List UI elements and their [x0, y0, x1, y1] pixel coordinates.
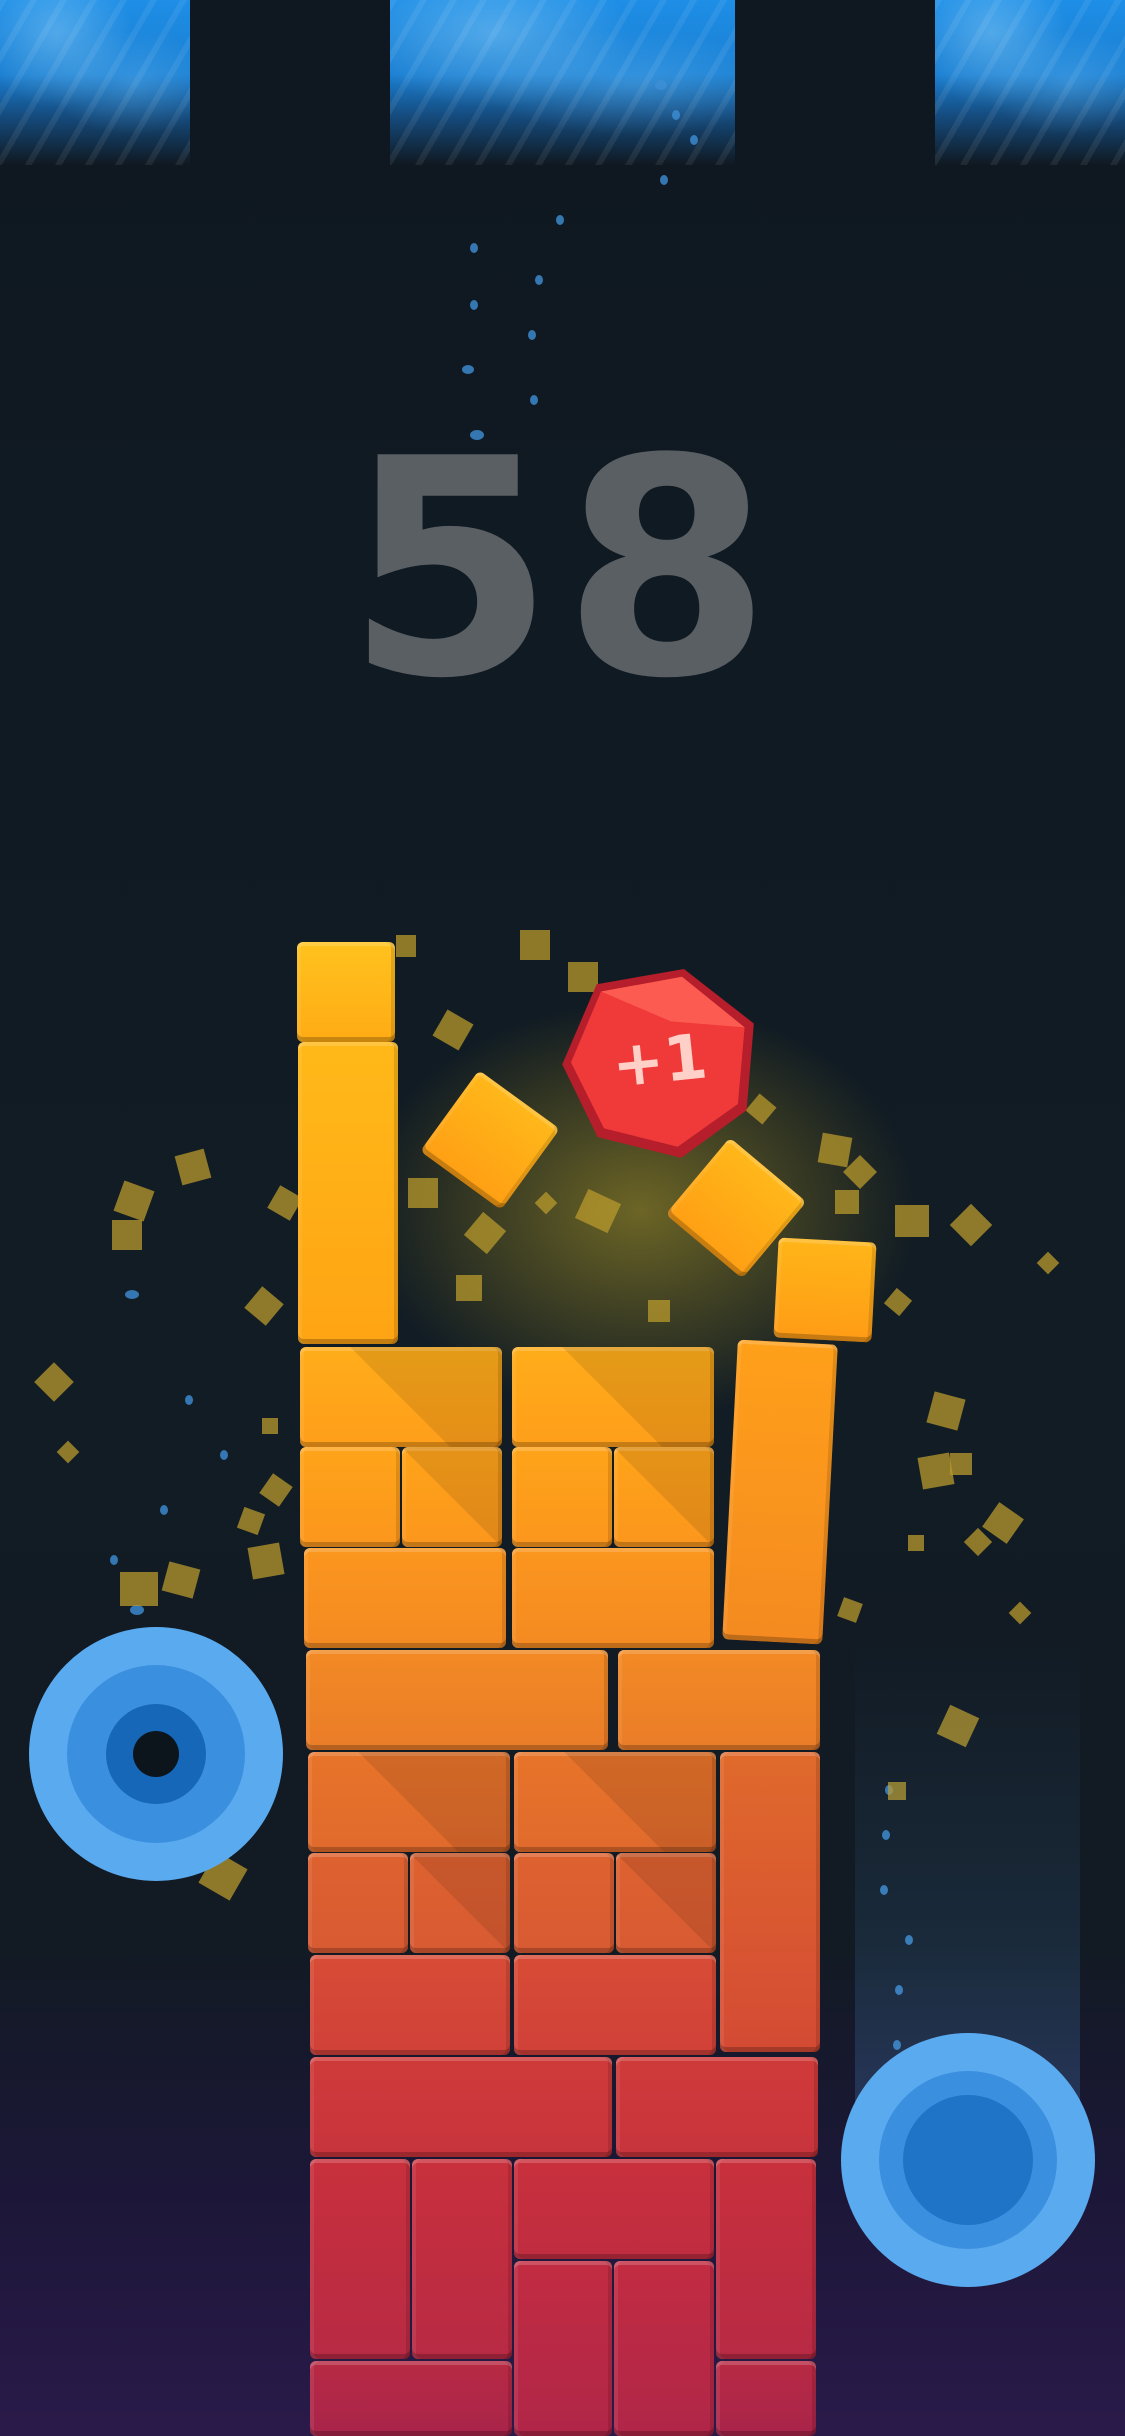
brick	[514, 1853, 614, 1953]
brick	[616, 2057, 818, 2157]
brick	[514, 1752, 716, 1852]
brick	[616, 1853, 716, 1953]
brick	[308, 1752, 510, 1852]
brick	[773, 1237, 877, 1343]
brick	[297, 942, 395, 1042]
brick	[618, 1650, 820, 1750]
bonus-gem-icon[interactable]: +1	[555, 960, 765, 1170]
water-strip-left	[0, 0, 190, 165]
brick	[614, 2261, 714, 2436]
brick	[514, 2261, 612, 2436]
brick	[402, 1447, 502, 1547]
brick	[720, 1752, 820, 2052]
bonus-label: +1	[608, 1019, 710, 1102]
brick	[310, 2159, 410, 2359]
brick	[514, 1955, 716, 2055]
brick	[410, 1853, 510, 1953]
game-screen[interactable]: 58 +1	[0, 0, 1125, 2436]
brick	[304, 1548, 506, 1648]
right-control-button[interactable]	[841, 2033, 1095, 2287]
brick	[514, 2159, 714, 2259]
brick	[716, 2159, 816, 2359]
brick	[300, 1447, 400, 1547]
brick	[298, 1042, 398, 1344]
brick	[512, 1447, 612, 1547]
brick	[306, 1650, 608, 1750]
brick	[512, 1548, 714, 1648]
left-control-button[interactable]	[29, 1627, 283, 1881]
score-counter: 58	[345, 395, 780, 744]
brick	[310, 2057, 612, 2157]
brick	[716, 2361, 816, 2436]
brick	[512, 1347, 714, 1447]
brick	[722, 1339, 838, 1645]
water-strip-center	[390, 0, 735, 165]
water-strip-right	[935, 0, 1125, 165]
brick	[308, 1853, 408, 1953]
brick	[412, 2159, 512, 2359]
brick	[300, 1347, 502, 1447]
brick	[614, 1447, 714, 1547]
brick	[310, 1955, 510, 2055]
ring-hole-icon	[133, 1731, 179, 1777]
brick	[310, 2361, 512, 2436]
